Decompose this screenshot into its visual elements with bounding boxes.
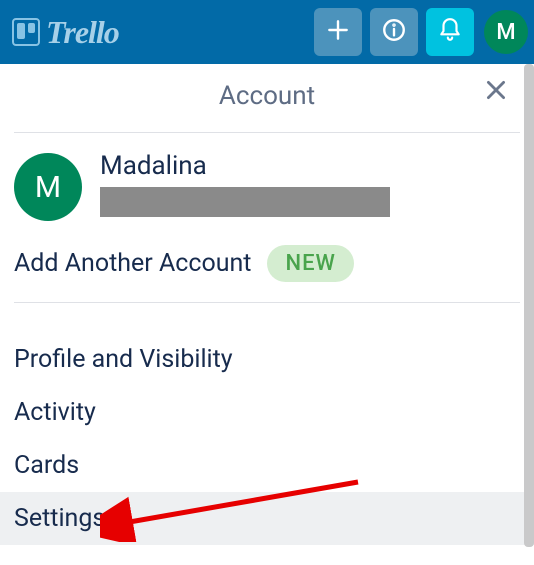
- close-button[interactable]: [480, 76, 512, 108]
- add-account-row[interactable]: Add Another Account NEW: [0, 221, 534, 292]
- menu-item-activity[interactable]: Activity: [0, 386, 534, 439]
- account-menu: Profile and Visibility Activity Cards Se…: [0, 313, 534, 545]
- scrollbar[interactable]: [524, 64, 534, 547]
- account-panel: Account M Madalina Add Another Account N…: [0, 70, 534, 565]
- menu-item-profile-visibility[interactable]: Profile and Visibility: [0, 333, 534, 386]
- header-avatar[interactable]: M: [484, 10, 528, 54]
- panel-title: Account: [219, 81, 315, 111]
- plus-icon: [325, 17, 351, 47]
- info-icon: [381, 17, 407, 47]
- account-avatar-initial: M: [35, 170, 61, 205]
- header-avatar-initial: M: [496, 20, 515, 45]
- account-avatar: M: [14, 153, 82, 221]
- trello-logo-icon: [12, 18, 40, 46]
- menu-item-settings[interactable]: Settings: [0, 492, 534, 545]
- app-header: Trello: [0, 0, 534, 64]
- create-button[interactable]: [314, 8, 362, 56]
- trello-logo[interactable]: Trello: [12, 14, 119, 51]
- info-button[interactable]: [370, 8, 418, 56]
- menu-item-label: Activity: [14, 398, 96, 427]
- bell-icon: [437, 17, 463, 47]
- account-email-redacted: [100, 187, 390, 217]
- notifications-button[interactable]: [426, 8, 474, 56]
- menu-item-cards[interactable]: Cards: [0, 439, 534, 492]
- close-icon: [483, 77, 509, 107]
- account-info: Madalina: [100, 151, 390, 217]
- divider: [14, 302, 520, 303]
- menu-item-label: Settings: [14, 504, 105, 533]
- panel-header: Account: [0, 70, 534, 122]
- new-badge: NEW: [267, 245, 353, 282]
- account-name: Madalina: [100, 151, 390, 181]
- trello-logo-text: Trello: [46, 14, 119, 51]
- menu-item-label: Profile and Visibility: [14, 345, 233, 374]
- menu-item-label: Cards: [14, 451, 79, 480]
- header-actions: M: [314, 8, 528, 56]
- add-account-label: Add Another Account: [14, 249, 251, 278]
- divider: [14, 132, 520, 133]
- current-account: M Madalina: [0, 143, 534, 221]
